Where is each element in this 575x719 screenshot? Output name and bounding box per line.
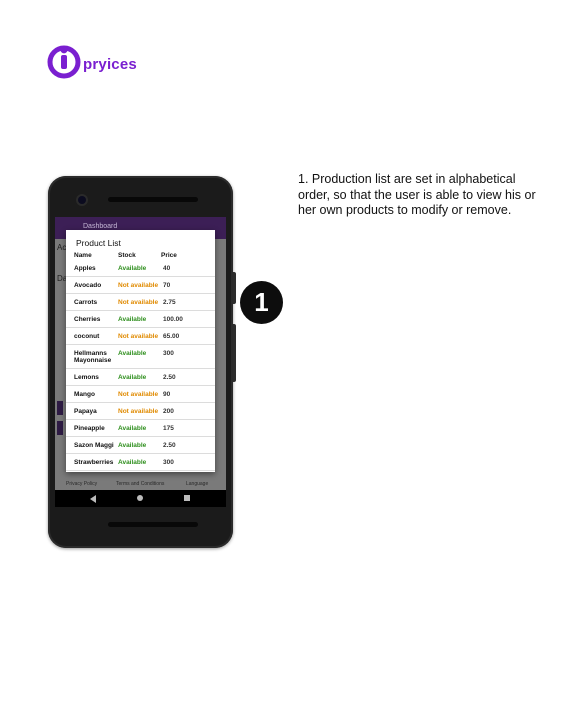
logo-wordmark: pryices <box>83 56 137 73</box>
volume-button <box>233 324 236 382</box>
product-row[interactable]: Avocado Not available 70 <box>66 277 215 294</box>
stock-status: Available <box>118 374 147 381</box>
product-name: Papaya <box>74 408 97 415</box>
home-icon[interactable] <box>137 495 143 501</box>
column-header-name: Name <box>74 252 92 259</box>
product-price: 2.75 <box>163 299 176 306</box>
stock-status: Available <box>118 442 147 449</box>
product-name: Apples <box>74 265 96 272</box>
stock-status: Not available <box>118 282 159 289</box>
product-price: 100.00 <box>163 316 183 323</box>
product-name: Cherries <box>74 316 101 323</box>
product-row[interactable]: Pineapple Available 175 <box>66 420 215 437</box>
phone-mockup: Dashboard Ac Da Privacy Policy Terms and… <box>48 176 236 548</box>
product-row[interactable]: Mango Not available 90 <box>66 386 215 403</box>
product-name: Strawberries <box>74 459 114 466</box>
language-link[interactable]: Language <box>186 481 208 487</box>
product-name: Lemons <box>74 374 99 381</box>
stock-status: Not available <box>118 299 159 306</box>
recents-icon[interactable] <box>184 495 190 501</box>
product-name: Carrots <box>74 299 98 306</box>
stock-status: Available <box>118 350 147 357</box>
camera-icon <box>78 196 86 204</box>
stock-status: Not available <box>118 408 159 415</box>
product-price: 90 <box>163 391 171 398</box>
product-row[interactable]: Carrots Not available 2.75 <box>66 294 215 311</box>
product-name: Hellmanns Mayonnaise <box>74 350 112 364</box>
step-number-badge: 1 <box>240 281 283 324</box>
app-bar-title: Dashboard <box>83 223 118 230</box>
column-header-price: Price <box>161 252 177 259</box>
behind-button <box>57 421 63 435</box>
product-row[interactable]: Apples Available 40 <box>66 260 215 277</box>
bottom-speaker <box>108 522 198 527</box>
earpiece-speaker <box>108 197 198 202</box>
stock-status: Available <box>118 265 147 272</box>
pryices-logo: pryices <box>47 43 157 83</box>
product-price: 175 <box>163 425 174 432</box>
product-name: coconut <box>74 333 100 340</box>
stock-status: Not available <box>118 391 159 398</box>
product-name: Mango <box>74 391 95 398</box>
product-name: Avocado <box>74 282 102 289</box>
product-row[interactable]: Lemons Available 2.50 <box>66 369 215 386</box>
product-price: 200 <box>163 408 174 415</box>
product-row[interactable]: Papaya Not available 200 <box>66 403 215 420</box>
product-price: 70 <box>163 282 171 289</box>
product-price: 300 <box>163 350 174 357</box>
product-row[interactable]: Sazon Maggi Available 2.50 <box>66 437 215 454</box>
terms-link[interactable]: Terms and Conditions <box>116 481 164 487</box>
stock-status: Available <box>118 425 147 432</box>
stock-status: Available <box>118 459 147 466</box>
product-price: 2.50 <box>163 442 176 449</box>
product-row[interactable]: Strawberries Available 300 <box>66 454 215 471</box>
column-header-stock: Stock <box>118 252 136 259</box>
product-rows: Apples Available 40 Avocado Not available 70 C… <box>66 260 215 471</box>
behind-label-account: Ac <box>57 243 67 252</box>
product-price: 65.00 <box>163 333 180 340</box>
android-nav-bar <box>55 490 226 507</box>
product-row[interactable]: Cherries Available 100.00 <box>66 311 215 328</box>
behind-button <box>57 401 63 415</box>
step-description: 1. Production list are set in alphabetic… <box>298 172 536 217</box>
back-icon[interactable] <box>90 495 96 503</box>
product-price: 2.50 <box>163 374 176 381</box>
dialog-title: Product List <box>76 238 121 248</box>
product-row[interactable]: Hellmanns Mayonnaise Available 300 <box>66 345 215 369</box>
product-list-dialog: Product List Name Stock Price Apples Avai… <box>66 230 215 472</box>
footer-links: Privacy Policy Terms and Conditions Lang… <box>55 478 226 490</box>
logo-mark-icon <box>47 45 81 79</box>
stock-status: Available <box>118 316 147 323</box>
product-price: 40 <box>163 265 171 272</box>
privacy-policy-link[interactable]: Privacy Policy <box>66 481 97 487</box>
power-button <box>233 272 236 304</box>
stock-status: Not available <box>118 333 159 340</box>
product-price: 300 <box>163 459 174 466</box>
product-name: Sazon Maggi <box>74 442 114 449</box>
product-name: Pineapple <box>74 425 105 432</box>
product-row[interactable]: coconut Not available 65.00 <box>66 328 215 345</box>
phone-screen: Dashboard Ac Da Privacy Policy Terms and… <box>55 217 226 507</box>
